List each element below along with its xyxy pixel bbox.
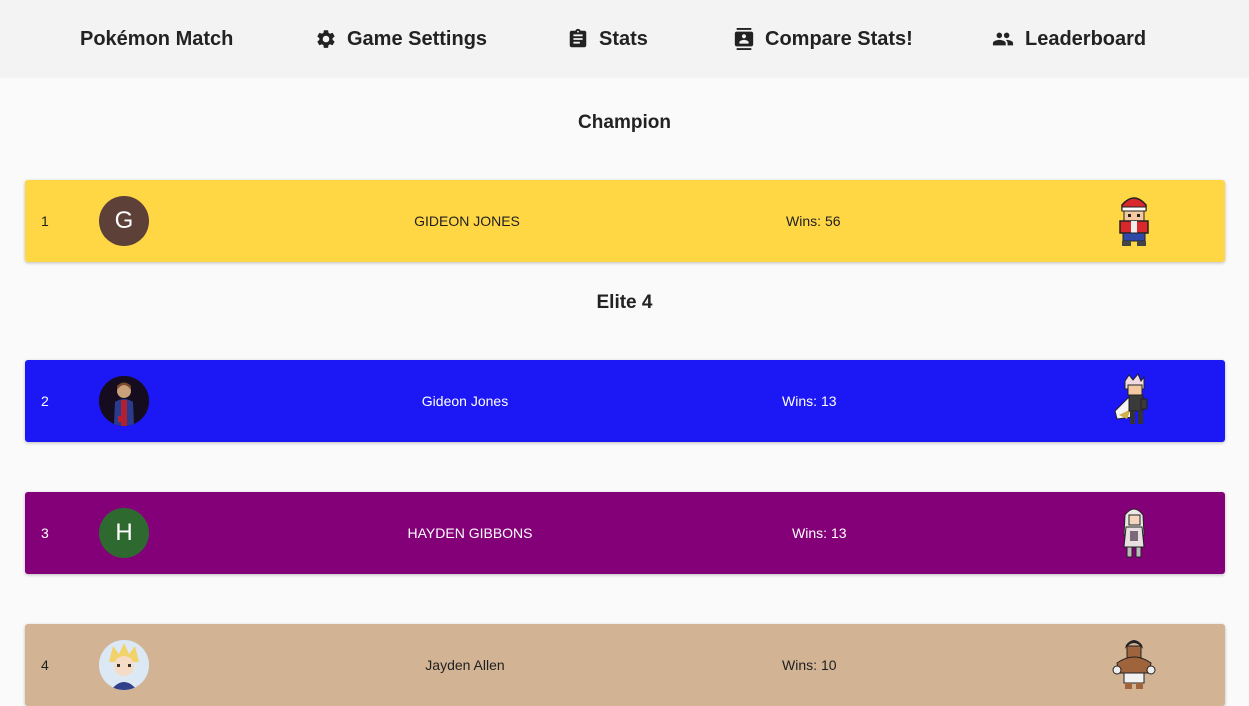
wins-label: Wins:	[786, 213, 821, 229]
avatar	[99, 376, 149, 426]
nav-leaderboard-label: Leaderboard	[1025, 27, 1147, 50]
caped-trainer-sprite	[1114, 373, 1148, 424]
nav-stats[interactable]: Stats	[567, 0, 648, 78]
wins-value: 56	[825, 213, 841, 229]
avatar-letter: H	[115, 519, 133, 546]
leaderboard-entry-3[interactable]: 3 H HAYDEN GIBBONS Wins: 13	[25, 492, 1225, 574]
entry-rank: 3	[41, 525, 49, 541]
nav-brand[interactable]: Pokémon Match	[80, 0, 233, 78]
player-name: Jayden Allen	[425, 657, 505, 673]
nav-brand-label: Pokémon Match	[80, 27, 234, 50]
wins-label: Wins:	[782, 393, 817, 409]
entry-rank: 1	[41, 213, 49, 229]
white-haired-trainer-sprite	[1123, 508, 1145, 558]
leaderboard-entry-2[interactable]: 2 Gideon Jones Wins: 13	[25, 360, 1225, 442]
entry-rank: 4	[41, 657, 49, 673]
top-navbar: Pokémon Match Game Settings Stats Compar…	[0, 0, 1249, 78]
avatar-photo	[99, 640, 149, 690]
fighter-trainer-sprite	[1112, 640, 1156, 689]
player-name: Gideon Jones	[421, 393, 509, 409]
clipboard-icon	[569, 28, 587, 48]
entry-rank: 2	[41, 393, 49, 409]
player-name: HAYDEN GIBBONS	[407, 525, 533, 541]
wins-label: Wins:	[792, 525, 827, 541]
avatar: G	[99, 196, 149, 246]
wins-value: 13	[831, 525, 847, 541]
nav-compare-stats-label: Compare Stats!	[765, 27, 913, 50]
leaderboard-entry-1[interactable]: 1 G GIDEON JONES Wins: 56	[25, 180, 1225, 262]
nav-game-settings-label: Game Settings	[347, 27, 488, 50]
champion-heading: Champion	[578, 112, 671, 133]
people-icon	[992, 32, 1014, 46]
wins-count: Wins: 10	[782, 624, 837, 706]
avatar: H	[99, 508, 149, 558]
elite-four-heading: Elite 4	[596, 292, 653, 313]
wins-count: Wins: 13	[782, 360, 837, 442]
red-trainer-sprite	[1119, 197, 1149, 246]
nav-stats-label: Stats	[599, 27, 648, 50]
wins-count: Wins: 56	[786, 180, 841, 262]
leaderboard-entry-4[interactable]: 4 Jayden Allen Wins: 10	[25, 624, 1225, 706]
avatar-letter: G	[114, 207, 134, 234]
avatar-photo	[99, 376, 149, 426]
avatar	[99, 640, 149, 690]
nav-game-settings[interactable]: Game Settings	[315, 0, 487, 78]
wins-count: Wins: 13	[792, 492, 847, 574]
gear-icon	[317, 30, 335, 48]
wins-label: Wins:	[782, 657, 817, 673]
nav-compare-stats[interactable]: Compare Stats!	[733, 0, 913, 78]
wins-value: 13	[821, 393, 837, 409]
nav-leaderboard[interactable]: Leaderboard	[991, 0, 1146, 78]
contacts-icon	[734, 28, 754, 50]
wins-value: 10	[821, 657, 837, 673]
player-name: GIDEON JONES	[414, 213, 520, 229]
